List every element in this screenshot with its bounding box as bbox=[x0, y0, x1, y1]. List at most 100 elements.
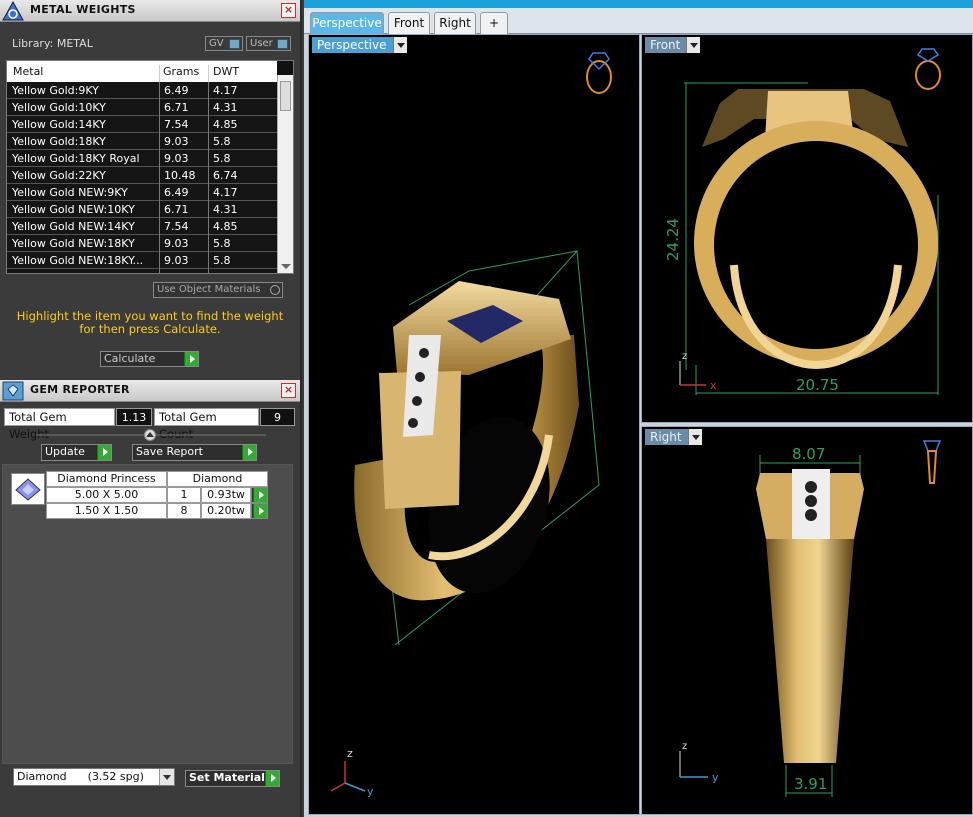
cell-dwt: 4.17 bbox=[213, 186, 238, 199]
cell-dwt: 4.85 bbox=[213, 220, 238, 233]
add-tab-button[interactable]: + bbox=[480, 12, 508, 34]
cell-metal: Yellow Gold NEW:18KY bbox=[12, 237, 135, 250]
calculate-button[interactable]: Calculate bbox=[100, 351, 199, 367]
ring-preview-icon bbox=[586, 52, 612, 94]
gem-reporter-header: GEM REPORTER × bbox=[0, 380, 300, 402]
cell-grams: 6.71 bbox=[164, 203, 189, 216]
view-tabs: Perspective Front Right + bbox=[304, 8, 973, 34]
gem-reporter-title: GEM REPORTER bbox=[30, 383, 130, 396]
cell-grams: 7.54 bbox=[164, 220, 189, 233]
metal-weights-table: Metal Grams DWT Yellow Gold:9KY 6.49 4.17 Y… bbox=[6, 60, 294, 274]
ring-front-icon bbox=[915, 48, 941, 90]
chevron-down-icon[interactable] bbox=[159, 769, 174, 785]
gv-toggle-label: GV bbox=[209, 38, 224, 49]
table-row[interactable]: Yellow Gold NEW:10KY 6.71 4.31 bbox=[7, 201, 277, 218]
scroll-down-icon[interactable] bbox=[281, 264, 291, 269]
set-material-button[interactable]: Set Material bbox=[185, 770, 280, 787]
table-row[interactable]: Yellow Gold NEW:22KY 10.48 6.74 bbox=[7, 269, 277, 273]
save-report-button[interactable]: Save Report bbox=[132, 444, 257, 461]
user-toggle[interactable]: User bbox=[246, 36, 291, 51]
table-row[interactable]: Yellow Gold NEW:14KY 7.54 4.85 bbox=[7, 218, 277, 235]
metal-weights-title: METAL WEIGHTS bbox=[30, 3, 136, 16]
play-icon bbox=[97, 445, 111, 460]
z-axis-label: z bbox=[682, 741, 687, 752]
save-report-label: Save Report bbox=[136, 445, 203, 458]
gv-toggle[interactable]: GV bbox=[205, 36, 243, 51]
calculate-hint: Highlight the item you want to find the … bbox=[16, 309, 284, 336]
right-viewport[interactable]: Right 8.07 3.91 z y bbox=[641, 426, 973, 815]
table-row[interactable]: Yellow Gold:9KY 6.49 4.17 bbox=[7, 82, 277, 99]
play-icon bbox=[253, 488, 267, 502]
y-axis-label: y bbox=[712, 771, 719, 784]
cell-metal: Yellow Gold:22KY bbox=[12, 169, 106, 182]
cell-grams: 9.03 bbox=[164, 152, 189, 165]
gem-row-select-button[interactable] bbox=[251, 487, 268, 503]
toggle-switch-icon bbox=[229, 39, 240, 49]
cell-dwt: 4.31 bbox=[213, 203, 238, 216]
play-icon bbox=[242, 445, 256, 460]
cell-dwt: 4.17 bbox=[213, 84, 238, 97]
cell-metal: Yellow Gold:9KY bbox=[12, 84, 99, 97]
scrollbar-thumb[interactable] bbox=[280, 81, 291, 111]
table-row[interactable]: Yellow Gold:18KY 9.03 5.8 bbox=[7, 133, 277, 150]
table-scrollbar[interactable] bbox=[277, 75, 293, 273]
column-header-metal[interactable]: Metal bbox=[13, 65, 43, 78]
ring-side-icon bbox=[922, 440, 942, 484]
column-header-grams[interactable]: Grams bbox=[163, 65, 199, 78]
cell-grams: 9.03 bbox=[164, 237, 189, 250]
collapse-divider bbox=[36, 429, 266, 441]
tab-right[interactable]: Right bbox=[434, 12, 476, 34]
table-row[interactable]: Yellow Gold NEW:9KY 6.49 4.17 bbox=[7, 184, 277, 201]
cell-metal: Yellow Gold NEW:10KY bbox=[12, 203, 135, 216]
cell-dwt: 6.74 bbox=[213, 271, 238, 273]
close-icon[interactable]: × bbox=[281, 3, 296, 18]
gem-row-select-button[interactable] bbox=[251, 503, 268, 519]
library-label: Library: METAL bbox=[12, 37, 93, 50]
update-button[interactable]: Update bbox=[41, 444, 112, 461]
tab-front[interactable]: Front bbox=[388, 12, 430, 34]
z-axis-label: z bbox=[682, 351, 687, 362]
calculate-label: Calculate bbox=[104, 352, 156, 365]
front-viewport[interactable]: Front 24.24 20.75 z x bbox=[641, 34, 973, 423]
metal-weights-header: METAL WEIGHTS × bbox=[0, 0, 300, 22]
viewport-area: Perspective Front Right + Perspective z … bbox=[304, 0, 973, 817]
command-strip bbox=[304, 0, 973, 8]
perspective-ring-render: 8.07 z y bbox=[330, 52, 612, 798]
total-gem-weight-label: Total Gem Weight bbox=[4, 408, 115, 441]
cell-dwt: 5.8 bbox=[213, 152, 231, 165]
radio-icon bbox=[270, 285, 280, 295]
cell-dwt: 4.85 bbox=[213, 118, 238, 131]
table-row[interactable]: Yellow Gold:14KY 7.54 4.85 bbox=[7, 116, 277, 133]
gem-cell-count: 1 bbox=[167, 487, 201, 503]
cell-metal: Yellow Gold NEW:22KY bbox=[12, 271, 160, 273]
tab-perspective[interactable]: Perspective bbox=[310, 12, 384, 34]
cell-metal: Yellow Gold:14KY bbox=[12, 118, 106, 131]
perspective-viewport[interactable]: Perspective 8.07 bbox=[308, 34, 640, 815]
toggle-switch-icon bbox=[277, 39, 288, 49]
cell-metal: Yellow Gold:18KY bbox=[12, 135, 106, 148]
set-material-label: Set Material bbox=[189, 771, 265, 784]
use-object-materials-toggle[interactable]: Use Object Materials bbox=[153, 282, 283, 298]
cell-dwt: 5.8 bbox=[213, 237, 231, 250]
gem-reporter-icon bbox=[2, 381, 24, 401]
material-select[interactable]: Diamond (3.52 spg) bbox=[13, 768, 175, 786]
table-row[interactable]: Yellow Gold:22KY 10.48 6.74 bbox=[7, 167, 277, 184]
use-object-materials-label: Use Object Materials bbox=[157, 284, 261, 295]
table-row[interactable]: Yellow Gold NEW:18KY 9.03 5.8 bbox=[7, 235, 277, 252]
table-row[interactable]: Yellow Gold:10KY 6.71 4.31 bbox=[7, 99, 277, 116]
table-row[interactable]: Yellow Gold:18KY Royal 9.03 5.8 bbox=[7, 150, 277, 167]
cell-grams: 9.03 bbox=[164, 135, 189, 148]
column-header-dwt[interactable]: DWT bbox=[213, 65, 239, 78]
gem-thumbnail[interactable] bbox=[11, 473, 45, 505]
table-row[interactable]: Yellow Gold NEW:18KY... 9.03 5.8 bbox=[7, 252, 277, 269]
cell-grams: 6.49 bbox=[164, 84, 189, 97]
x-axis-label: x bbox=[710, 379, 717, 392]
metal-weights-icon bbox=[2, 1, 24, 21]
close-icon[interactable]: × bbox=[281, 383, 296, 398]
cell-dwt: 5.8 bbox=[213, 135, 231, 148]
total-gem-weight-value: 1.13 bbox=[116, 408, 152, 426]
cell-dwt: 4.31 bbox=[213, 101, 238, 114]
front-height-dimension: 24.24 bbox=[664, 218, 682, 261]
gem-cell-size: 5.00 X 5.00 bbox=[46, 487, 167, 503]
gem-cell-weight: 0.20tw bbox=[201, 503, 251, 519]
